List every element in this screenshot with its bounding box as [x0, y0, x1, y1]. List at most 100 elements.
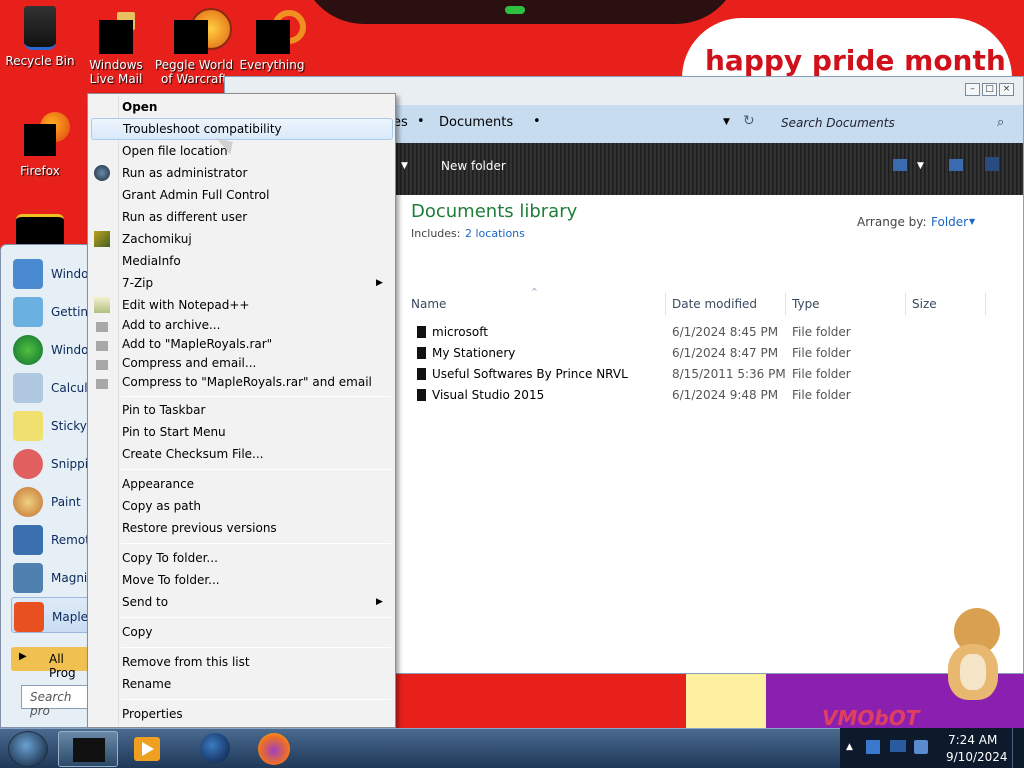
- menu-item-edit-with-notepad-plus-plus[interactable]: Edit with Notepad++: [121, 294, 393, 316]
- file-row[interactable]: microsoft 6/1/2024 8:45 PM File folder: [411, 321, 1011, 342]
- everything-search-icon: [252, 6, 306, 54]
- menu-item-7zip[interactable]: 7-Zip: [121, 272, 393, 294]
- start-item-windows-media-center[interactable]: Windo: [11, 255, 91, 291]
- tray-app-icon[interactable]: [866, 740, 880, 754]
- menu-item-compress-to-rar-and-email[interactable]: Compress to "MapleRoyals.rar" and email: [121, 371, 393, 393]
- arrange-by-dropdown[interactable]: Folder: [931, 215, 968, 229]
- menu-item-properties[interactable]: Properties: [121, 703, 393, 725]
- desktop-icon-everything[interactable]: Everything: [232, 6, 312, 72]
- desktop-icon-windows-live-mail[interactable]: Windows Live Mail: [76, 6, 156, 86]
- menu-item-open-file-location[interactable]: Open file location: [121, 140, 393, 162]
- menu-item-open[interactable]: Open: [121, 96, 393, 118]
- column-header-type[interactable]: Type: [792, 297, 820, 311]
- start-item-mapleroyals[interactable]: Maple: [11, 597, 91, 633]
- locations-link[interactable]: 2 locations: [465, 227, 525, 240]
- file-date: 8/15/2011 5:36 PM: [672, 367, 786, 381]
- start-item-calculator[interactable]: Calcula: [11, 369, 95, 405]
- menu-item-move-to-folder[interactable]: Move To folder...: [121, 569, 393, 591]
- help-icon[interactable]: [985, 157, 999, 171]
- menu-item-troubleshoot-compatibility[interactable]: Troubleshoot compatibility: [91, 118, 393, 140]
- all-programs-button[interactable]: ▶ All Prog: [11, 647, 91, 680]
- desktop-icon-recycle-bin[interactable]: Recycle Bin: [0, 6, 80, 68]
- start-item-sticky-notes[interactable]: Sticky: [11, 407, 91, 443]
- start-button[interactable]: [8, 731, 48, 767]
- notepad-plus-plus-icon: [94, 297, 110, 313]
- file-row[interactable]: Visual Studio 2015 6/1/2024 9:48 PM File…: [411, 384, 1011, 405]
- menu-item-pin-to-taskbar[interactable]: Pin to Taskbar: [121, 399, 393, 421]
- desktop-icon-label: Peggle World of Warcraft: [154, 58, 234, 86]
- search-box[interactable]: Search Documents ⌕: [775, 113, 1015, 135]
- arrow-right-icon: ▶: [19, 651, 27, 662]
- start-item-windows[interactable]: Windo: [11, 331, 91, 367]
- desktop-icon-firefox[interactable]: Firefox: [0, 112, 80, 178]
- menu-item-grant-admin-full-control[interactable]: Grant Admin Full Control: [121, 184, 393, 206]
- file-row[interactable]: My Stationery 6/1/2024 8:47 PM File fold…: [411, 342, 1011, 363]
- start-search-input[interactable]: Search pro: [21, 685, 93, 718]
- column-header-size[interactable]: Size: [912, 297, 937, 311]
- view-dropdown-icon[interactable]: ▼: [917, 161, 924, 171]
- file-row[interactable]: Useful Softwares By Prince NRVL 8/15/201…: [411, 363, 1011, 384]
- start-item-label: Snippi: [51, 457, 89, 471]
- menu-item-send-to[interactable]: Send to: [121, 591, 393, 613]
- file-name: Visual Studio 2015: [432, 388, 545, 402]
- taskbar-button-firefox[interactable]: [258, 733, 290, 765]
- menu-item-zachomikuj[interactable]: Zachomikuj: [121, 228, 393, 250]
- menu-item-create-checksum-file[interactable]: Create Checksum File...: [121, 443, 393, 465]
- start-item-magnifier[interactable]: Magni: [11, 559, 91, 595]
- taskbar-button-explorer[interactable]: [58, 731, 118, 767]
- submenu-arrow-icon: ▶: [376, 278, 383, 288]
- maple-leaf-icon: [14, 602, 44, 632]
- start-item-label: Windo: [51, 343, 89, 357]
- menu-separator: [121, 617, 391, 618]
- desktop-icon-partial[interactable]: [16, 214, 64, 244]
- start-item-paint[interactable]: Paint: [11, 483, 91, 519]
- new-folder-button[interactable]: New folder: [441, 159, 506, 173]
- library-title: Documents library: [411, 201, 578, 222]
- menu-item-restore-previous-versions[interactable]: Restore previous versions: [121, 517, 393, 539]
- arrange-dropdown-icon[interactable]: ▼: [969, 217, 975, 226]
- context-menu[interactable]: Open Troubleshoot compatibility Open fil…: [87, 93, 396, 728]
- file-list-pane[interactable]: Documents library Includes: 2 locations …: [411, 195, 1023, 673]
- search-placeholder: Search Documents: [781, 116, 895, 130]
- menu-item-remove-from-this-list[interactable]: Remove from this list: [121, 651, 393, 673]
- taskbar-button-globe[interactable]: [200, 733, 230, 763]
- volume-icon[interactable]: [914, 740, 928, 754]
- network-icon[interactable]: [890, 740, 906, 752]
- breadcrumb-current[interactable]: Documents: [439, 115, 513, 130]
- wallpaper-bottom-text: VMObOT: [822, 706, 920, 730]
- column-header-name[interactable]: Name: [411, 297, 446, 311]
- calculator-icon: [13, 373, 43, 403]
- view-icon[interactable]: [893, 159, 907, 171]
- menu-item-rename[interactable]: Rename: [121, 673, 393, 695]
- preview-pane-icon[interactable]: [949, 159, 963, 171]
- close-button[interactable]: ×: [999, 83, 1014, 96]
- menu-item-mediainfo[interactable]: MediaInfo: [121, 250, 393, 272]
- refresh-icon[interactable]: ↻: [743, 113, 755, 129]
- organize-dropdown-icon[interactable]: ▼: [401, 161, 408, 171]
- show-hidden-icons-icon[interactable]: ▲: [846, 742, 853, 752]
- show-desktop-button[interactable]: [1012, 728, 1024, 768]
- desktop-icon-label: Recycle Bin: [5, 54, 75, 68]
- menu-item-copy[interactable]: Copy: [121, 621, 393, 643]
- menu-item-pin-to-start-menu[interactable]: Pin to Start Menu: [121, 421, 393, 443]
- menu-item-appearance[interactable]: Appearance: [121, 473, 393, 495]
- folder-icon: [417, 326, 426, 338]
- clock-time[interactable]: 7:24 AM: [948, 733, 997, 747]
- address-dropdown-icon[interactable]: ▼: [723, 117, 730, 127]
- maximize-button[interactable]: □: [982, 83, 997, 96]
- start-menu[interactable]: Windo Getting Windo Calcula Sticky Snipp…: [0, 244, 96, 728]
- menu-item-run-as-different-user[interactable]: Run as different user: [121, 206, 393, 228]
- start-item-getting-started[interactable]: Getting: [11, 293, 96, 329]
- menu-item-copy-to-folder[interactable]: Copy To folder...: [121, 547, 393, 569]
- minimize-button[interactable]: –: [965, 83, 980, 96]
- clock-date[interactable]: 9/10/2024: [946, 750, 1008, 764]
- hamster-belly: [960, 654, 986, 690]
- desktop-icon-peggle[interactable]: Peggle World of Warcraft: [154, 6, 234, 86]
- start-item-remote-desktop[interactable]: Remot: [11, 521, 91, 557]
- hamster-desktop-pet[interactable]: [944, 608, 1004, 704]
- menu-item-run-as-administrator[interactable]: Run as administrator: [121, 162, 393, 184]
- column-header-date[interactable]: Date modified: [672, 297, 757, 311]
- menu-item-copy-as-path[interactable]: Copy as path: [121, 495, 393, 517]
- start-item-snipping-tool[interactable]: Snippi: [11, 445, 91, 481]
- taskbar-button-media-player[interactable]: [134, 737, 160, 761]
